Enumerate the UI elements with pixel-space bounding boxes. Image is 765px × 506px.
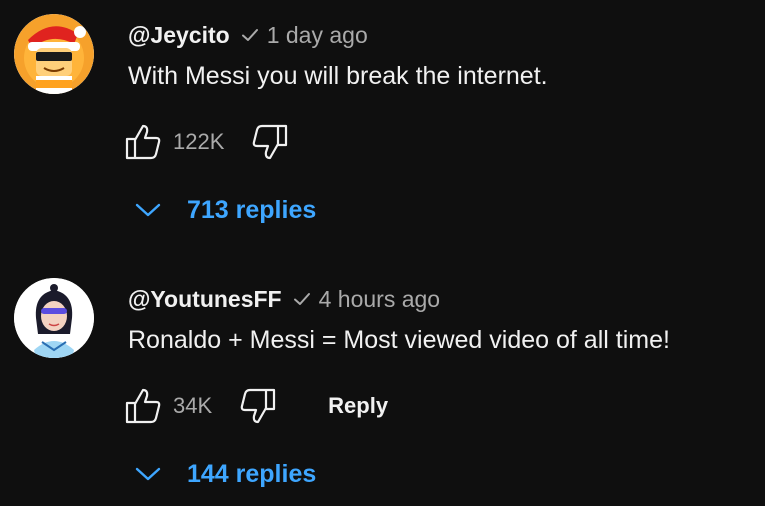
verified-check-icon — [239, 24, 261, 46]
comment-actions: 34K Reply — [123, 384, 388, 428]
thumbs-down-icon[interactable] — [250, 122, 290, 162]
comment-actions: 122K — [123, 120, 290, 164]
chevron-down-icon — [135, 203, 161, 217]
avatar[interactable] — [14, 278, 94, 358]
verified-check-icon — [291, 288, 313, 310]
comment-header: @YoutunesFF 4 hours ago — [128, 284, 440, 314]
comment-timestamp[interactable]: 1 day ago — [267, 22, 368, 49]
comment-header: @Jeycito 1 day ago — [128, 20, 368, 50]
comment-text: With Messi you will break the internet. — [128, 62, 548, 90]
replies-count-label: 713 replies — [187, 195, 317, 224]
reply-button[interactable]: Reply — [328, 393, 388, 419]
replies-count-label: 144 replies — [187, 459, 317, 488]
comments-section: @Jeycito 1 day ago With Messi you will b… — [0, 0, 765, 506]
comment-text: Ronaldo + Messi = Most viewed video of a… — [128, 326, 670, 354]
author-name[interactable]: @YoutunesFF — [128, 286, 282, 313]
comment-timestamp[interactable]: 4 hours ago — [319, 286, 440, 313]
thumbs-up-icon[interactable] — [123, 386, 163, 426]
view-replies-button[interactable]: 144 replies — [133, 454, 316, 494]
thumbs-down-icon[interactable] — [238, 386, 278, 426]
avatar[interactable] — [14, 14, 94, 94]
like-count: 122K — [173, 129, 225, 154]
chevron-down-icon — [135, 467, 161, 481]
like-count: 34K — [173, 393, 213, 418]
author-name[interactable]: @Jeycito — [128, 22, 230, 49]
thumbs-up-icon[interactable] — [123, 122, 163, 162]
view-replies-button[interactable]: 713 replies — [133, 190, 316, 230]
